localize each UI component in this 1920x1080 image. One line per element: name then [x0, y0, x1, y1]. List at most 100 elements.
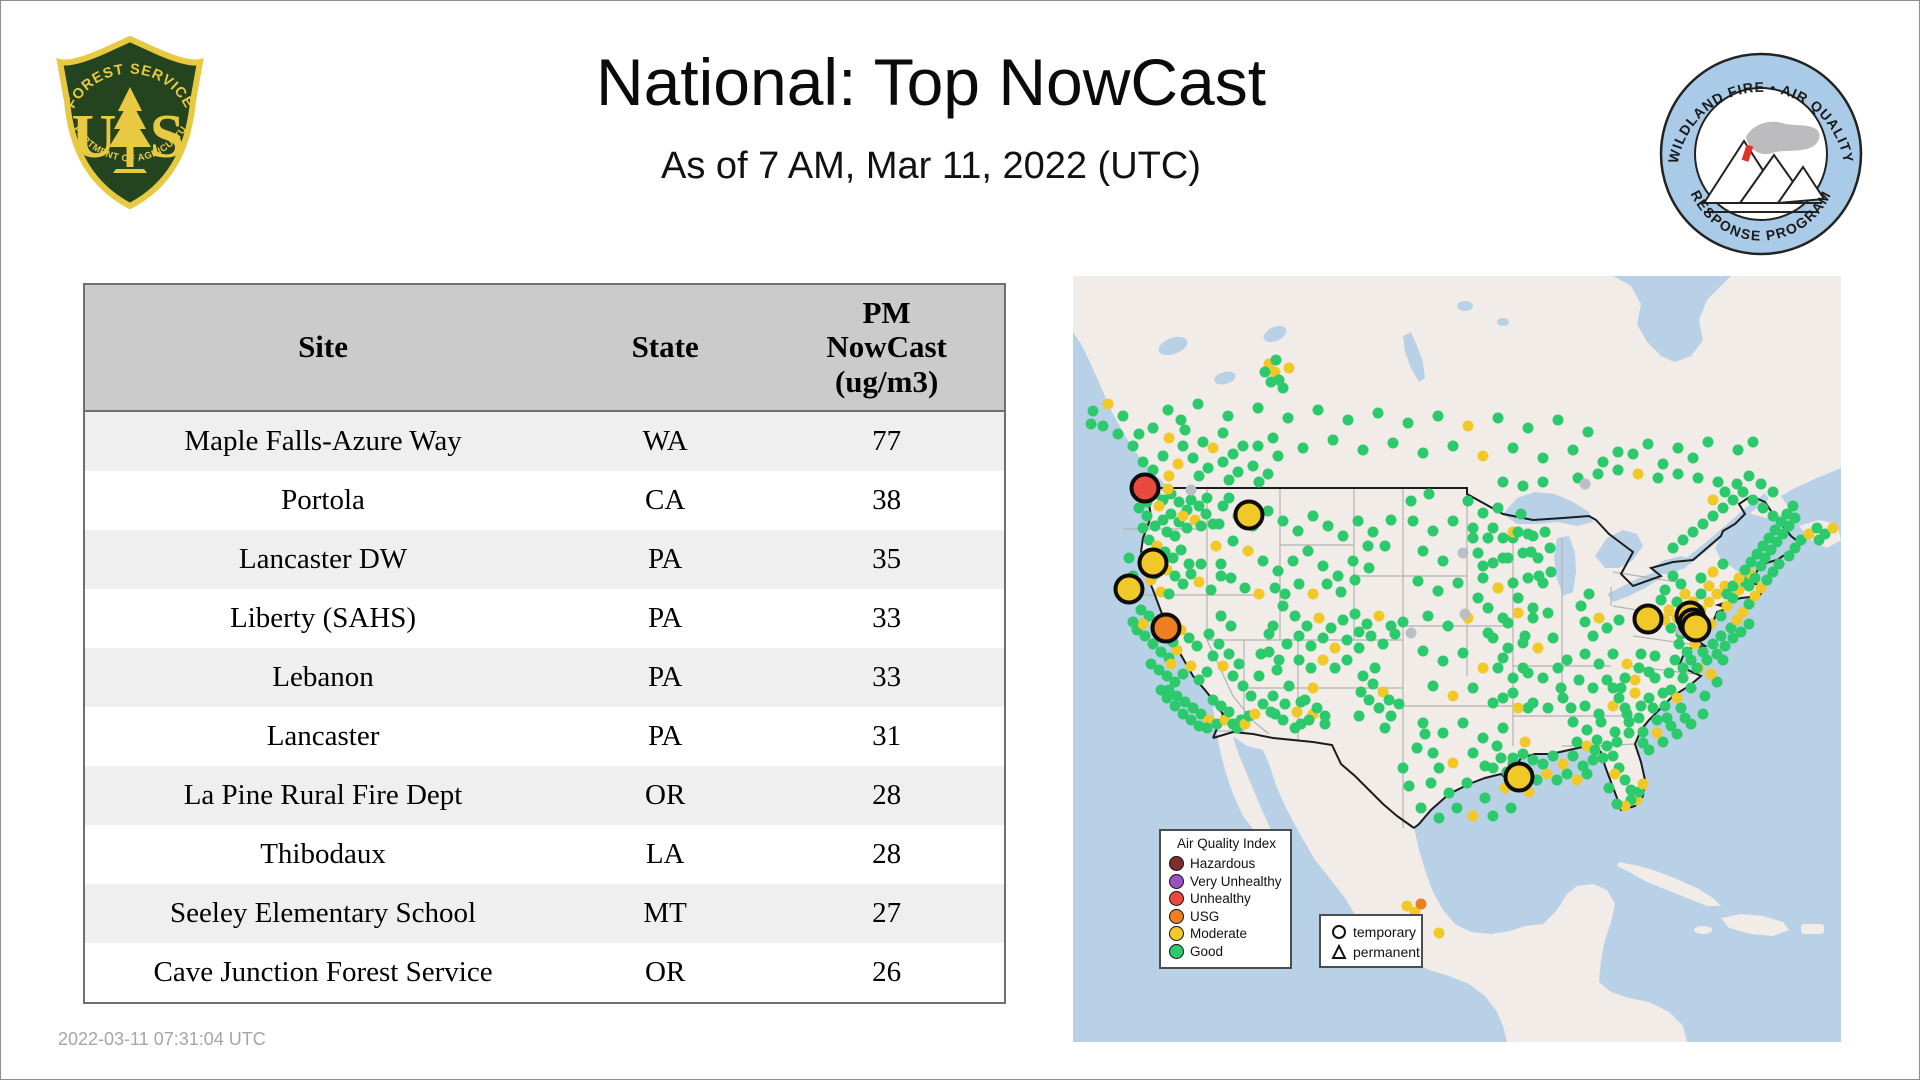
aqi-dot: [1357, 444, 1369, 456]
pm-cell: 28: [872, 779, 902, 811]
aqi-dot: [1497, 532, 1509, 544]
aqi-dot: [1613, 692, 1625, 704]
aqi-dot: [1552, 662, 1564, 674]
aqi-dot: [1387, 437, 1399, 449]
aqi-dot: [1627, 448, 1639, 460]
aqi-dot: [1591, 734, 1603, 746]
aqi-map[interactable]: Air Quality Index Hazardous Very Unhealt…: [1073, 276, 1841, 1042]
aqi-dot: [1497, 722, 1509, 734]
aqi-dot: [1783, 550, 1795, 562]
aqi-dot: [1571, 736, 1583, 748]
aqi-dot: [1213, 638, 1225, 650]
aqi-dot: [1487, 697, 1499, 709]
aqi-dot: [1283, 362, 1295, 374]
aqi-dot: [1307, 588, 1319, 600]
aqi-dot: [1457, 717, 1469, 729]
aqi-dot: [1183, 632, 1195, 644]
aqi-dot: [1542, 702, 1554, 714]
aqi-dot: [1497, 612, 1509, 624]
aqi-dot: [1192, 398, 1204, 410]
aqi-dot: [1437, 655, 1449, 667]
state-cell: WA: [642, 425, 688, 457]
moderate-swatch-icon: [1169, 926, 1184, 942]
aqi-dot: [1277, 600, 1289, 612]
aqi-dot: [1227, 535, 1239, 547]
aqi-dot: [1672, 468, 1684, 480]
aqi-dot: [1544, 542, 1556, 554]
top-site-marker: [1137, 547, 1169, 579]
aqi-dot: [1609, 768, 1621, 780]
aqi-dot: [1633, 662, 1645, 674]
aqi-dot: [1479, 792, 1491, 804]
aqi-dot: [1492, 502, 1504, 514]
aqi-dot: [1547, 632, 1559, 644]
aqi-dot: [1649, 672, 1661, 684]
aqi-dot: [1487, 632, 1499, 644]
aqi-dot: [1575, 600, 1587, 612]
site-cell: La Pine Rural Fire Dept: [183, 779, 463, 811]
pm-cell: 35: [872, 543, 902, 575]
aqi-dot: [1412, 575, 1424, 587]
aqi-dot: [1565, 702, 1577, 714]
aqi-dot: [1497, 652, 1509, 664]
aqi-dot: [1282, 412, 1294, 424]
aqi-dot: [1377, 638, 1389, 650]
aqi-dot: [1571, 774, 1583, 786]
aqi-dot: [1407, 515, 1419, 527]
aqi-dot: [1223, 474, 1235, 486]
aqi-dot: [1262, 468, 1274, 480]
aqi-dot: [1425, 777, 1437, 789]
pm-cell: 38: [872, 484, 902, 516]
aqi-dot: [1637, 778, 1649, 790]
marker-type-legend: temporary permanent: [1319, 914, 1423, 968]
aqi-dot: [1417, 645, 1429, 657]
aqi-dot: [1195, 520, 1207, 532]
pm-cell: 27: [872, 897, 902, 929]
aqi-dot: [1527, 612, 1539, 624]
aqi-dot: [1349, 574, 1361, 586]
top-site-marker: [1113, 573, 1145, 605]
aqi-dot: [1601, 622, 1613, 634]
aqi-dot: [1423, 488, 1435, 500]
aqi-dot: [1273, 654, 1285, 666]
aqi-dot: [1701, 654, 1713, 666]
aqi-dot: [1181, 522, 1193, 534]
top-site-marker: [1129, 472, 1161, 504]
legend-item-good: Good: [1169, 943, 1284, 961]
aqi-dot: [1217, 456, 1229, 468]
site-cell: Cave Junction Forest Service: [153, 956, 493, 988]
aqi-dot: [1205, 584, 1217, 596]
aqi-dot: [1337, 614, 1349, 626]
aqi-dot: [1087, 405, 1099, 417]
aqi-dot: [1695, 588, 1707, 600]
aqi-dot: [1357, 670, 1369, 682]
table-row: La Pine Rural Fire Dept OR 28: [84, 766, 1005, 825]
aqi-dot: [1302, 545, 1314, 557]
aqi-dot: [1512, 607, 1524, 619]
aqi-dot: [1207, 442, 1219, 454]
top-nowcast-table: Site State PM NowCast (ug/m3) Maple Fall…: [83, 283, 1006, 1004]
aqi-dot: [1191, 640, 1203, 652]
aqi-dot: [1085, 418, 1097, 430]
aqi-dot: [1677, 534, 1689, 546]
aqi-dot: [1385, 514, 1397, 526]
aqi-dot: [1249, 708, 1261, 720]
aqi-dot: [1537, 758, 1549, 770]
aqi-dot: [1687, 526, 1699, 538]
aqi-dot: [1669, 654, 1681, 666]
aqi-dot: [1643, 692, 1655, 704]
legend-label: Very Unhealthy: [1190, 873, 1282, 889]
aqi-dot: [1472, 547, 1484, 559]
pm-cell: 33: [872, 661, 902, 693]
aqi-dot: [1532, 642, 1544, 654]
aqi-dot: [1147, 422, 1159, 434]
state-cell: PA: [647, 543, 683, 575]
aqi-dot: [1217, 427, 1229, 439]
aqi-dot: [1283, 680, 1295, 692]
aqi-dot: [1577, 760, 1589, 772]
aqi-dot: [1267, 620, 1279, 632]
aqi-dot: [1482, 602, 1494, 614]
aqi-dot: [1427, 747, 1439, 759]
aqi-dot: [1293, 654, 1305, 666]
aqi-dot: [1581, 724, 1593, 736]
